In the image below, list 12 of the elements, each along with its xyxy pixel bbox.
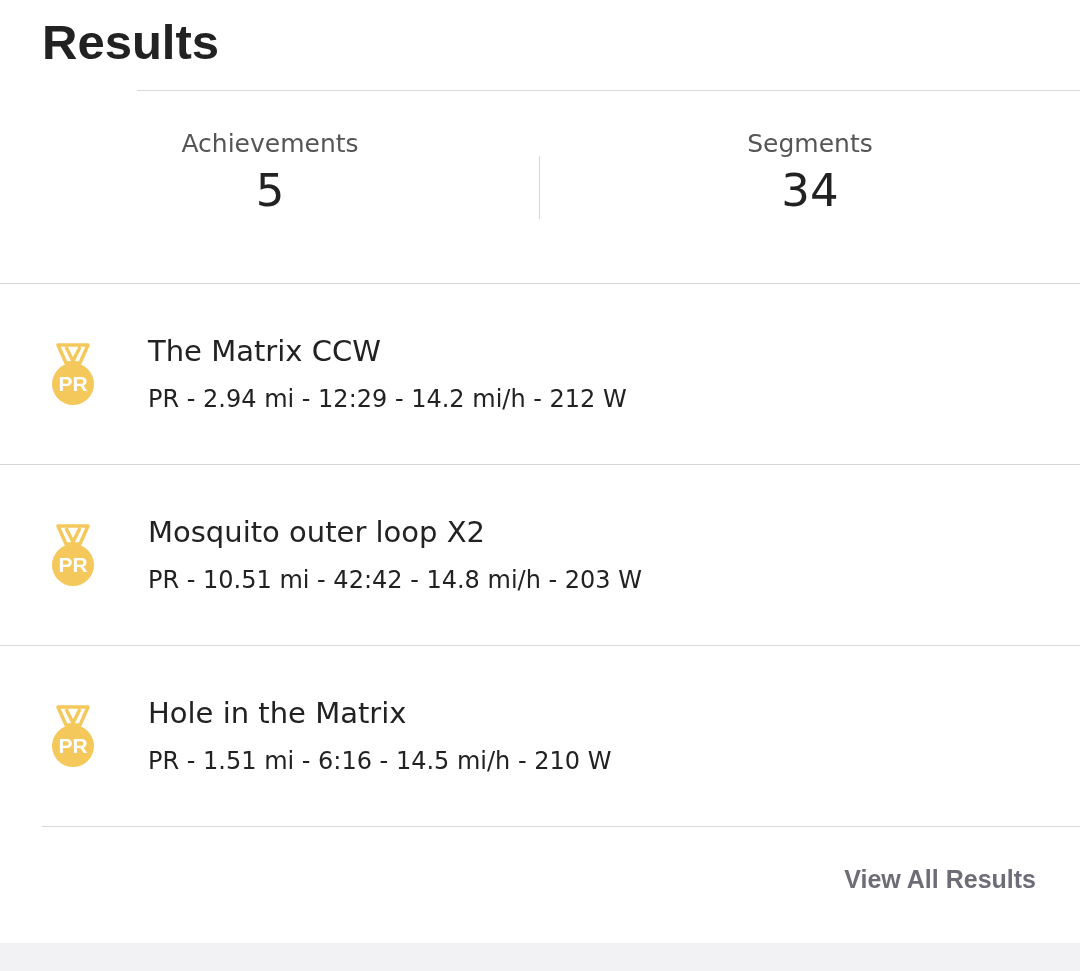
stat-value: 34 <box>781 163 839 219</box>
segment-name: Hole in the Matrix <box>148 695 408 731</box>
page-title: Results <box>41 14 220 71</box>
stat-label: Segments <box>747 128 873 160</box>
stat-value: 5 <box>255 163 285 219</box>
segment-name: Mosquito outer loop X2 <box>148 514 486 550</box>
view-all-link[interactable]: View All Results <box>844 865 1036 894</box>
stat-label: Achievements <box>181 128 359 160</box>
segment-name: The Matrix CCW <box>148 333 382 369</box>
segment-details: PR - 1.51 mi - 6:16 - 14.5 mi/h - 210 W <box>148 746 612 777</box>
segment-details: PR - 10.51 mi - 42:42 - 14.8 mi/h - 203 W <box>148 565 642 596</box>
segment-details: PR - 2.94 mi - 12:29 - 14.2 mi/h - 212 W <box>148 384 627 415</box>
